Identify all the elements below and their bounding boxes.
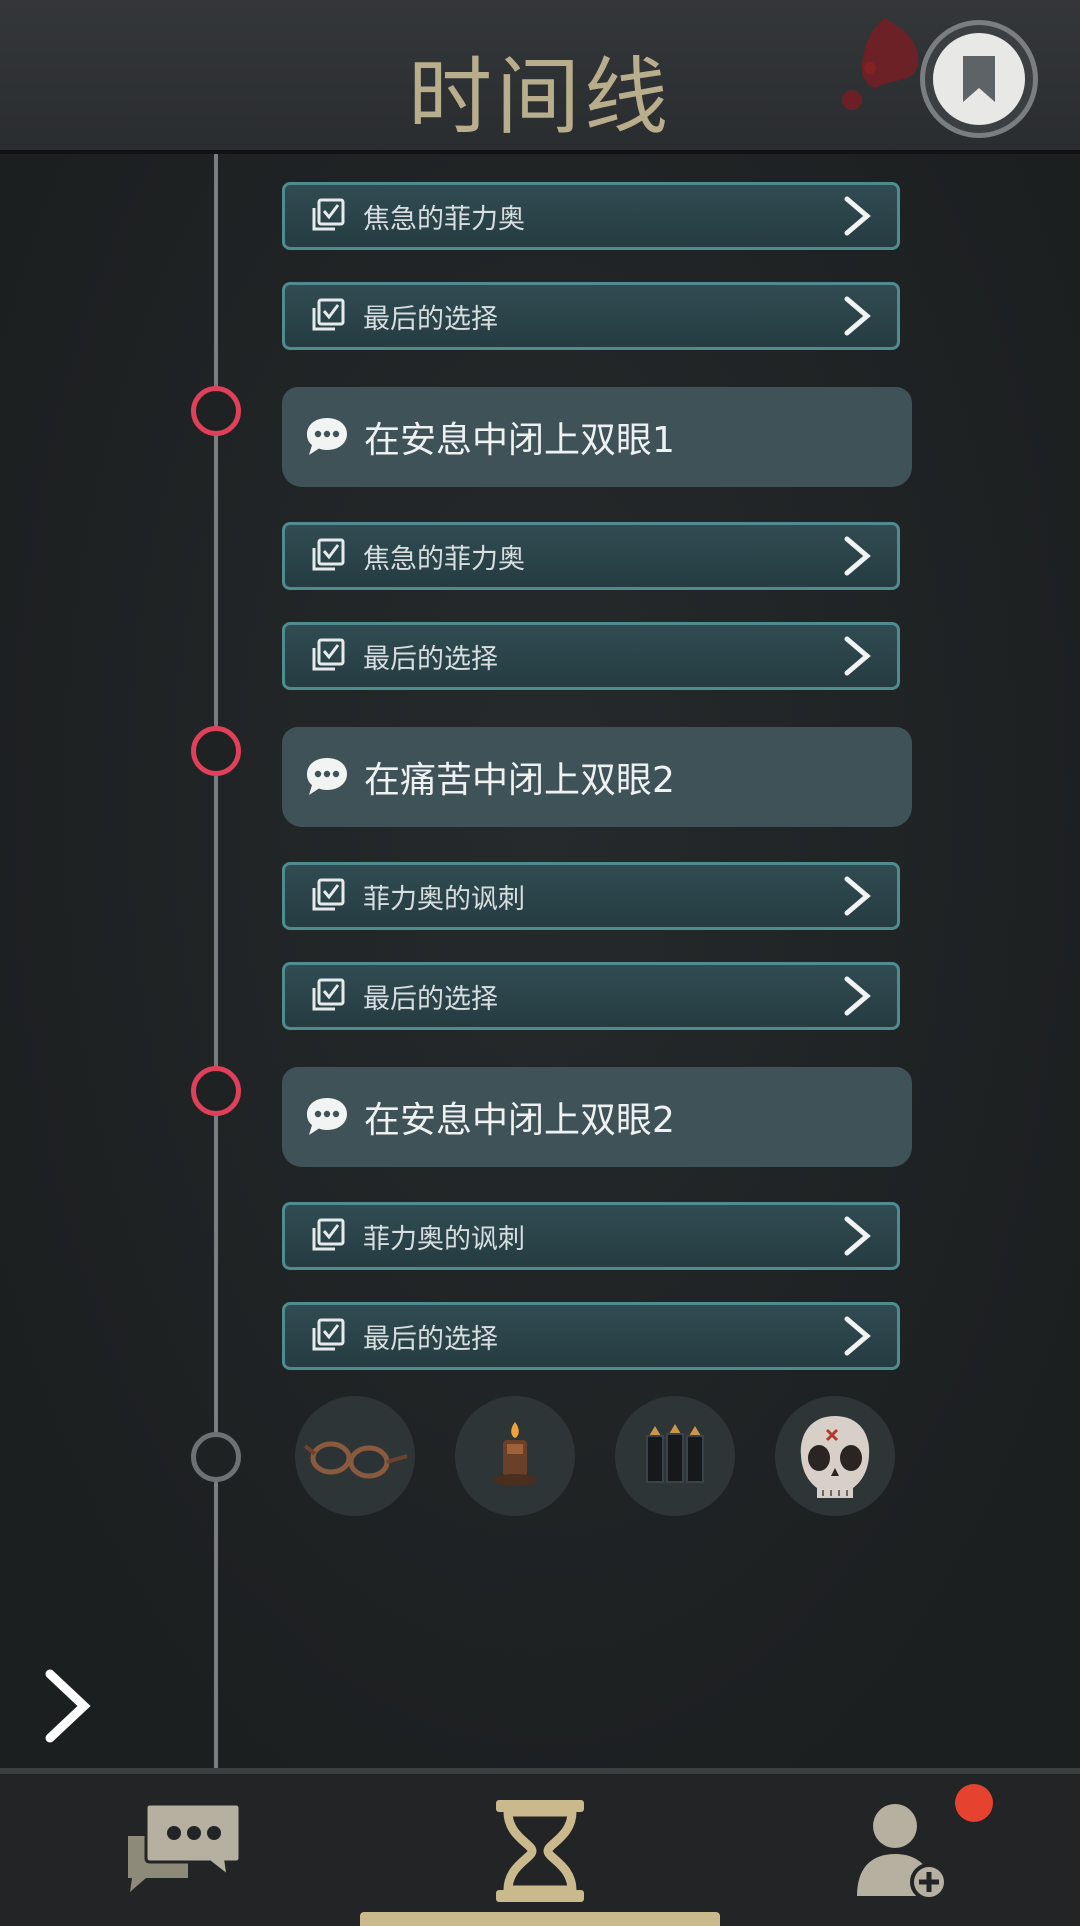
item-slot[interactable] (775, 1396, 895, 1516)
notification-badge (955, 1784, 993, 1822)
choice-check-icon (312, 1218, 345, 1251)
chevron-right-icon (844, 976, 871, 1016)
choice-check-icon (312, 878, 345, 911)
skull-mask-icon (800, 1416, 870, 1498)
tab-contacts[interactable] (855, 1796, 955, 1906)
choice-check-icon (312, 198, 345, 231)
event-label: 在痛苦中闭上双眼2 (364, 760, 675, 801)
choice-label: 焦急的菲力奥 (363, 543, 525, 575)
timeline-node (191, 726, 241, 776)
chat-icon (128, 1802, 242, 1892)
choice-label: 菲力奥的讽刺 (363, 1223, 525, 1255)
chevron-right-icon (844, 536, 871, 576)
choice-row[interactable]: 最后的选择 (282, 1302, 900, 1370)
speech-bubble-icon (307, 758, 347, 795)
choice-label: 最后的选择 (363, 1323, 498, 1355)
active-tab-indicator (360, 1912, 720, 1926)
candle-icon (493, 1422, 537, 1486)
choice-label: 最后的选择 (363, 303, 498, 335)
event-card[interactable]: 在痛苦中闭上双眼2 (282, 727, 912, 827)
expand-panel-chevron-icon[interactable] (40, 1666, 96, 1746)
event-card[interactable]: 在安息中闭上双眼2 (282, 1067, 912, 1167)
event-label: 在安息中闭上双眼2 (364, 1100, 675, 1141)
item-slot[interactable] (615, 1396, 735, 1516)
header-bar: 时间线 (0, 0, 1080, 154)
chevron-right-icon (844, 876, 871, 916)
choice-label: 最后的选择 (363, 983, 498, 1015)
choice-row[interactable]: 菲力奥的讽刺 (282, 862, 900, 930)
tab-chat[interactable] (118, 1796, 248, 1906)
glasses-icon (303, 1441, 408, 1479)
choice-check-icon (312, 538, 345, 571)
event-card[interactable]: 在安息中闭上双眼1 (282, 387, 912, 487)
item-slot[interactable] (295, 1396, 415, 1516)
timeline-node (191, 1066, 241, 1116)
chevron-right-icon (844, 196, 871, 236)
timeline-panel[interactable]: 焦急的菲力奥 最后的选择 在安息中闭上双眼1 焦急的菲力奥 最后的选择 在痛苦中… (0, 154, 1080, 1768)
chevron-right-icon (844, 296, 871, 336)
choice-row[interactable]: 最后的选择 (282, 962, 900, 1030)
event-label: 在安息中闭上双眼1 (364, 420, 675, 461)
chevron-right-icon (844, 1316, 871, 1356)
choice-row[interactable]: 焦急的菲力奥 (282, 522, 900, 590)
choice-label: 菲力奥的讽刺 (363, 883, 525, 915)
choice-row[interactable]: 菲力奥的讽刺 (282, 1202, 900, 1270)
choice-check-icon (312, 978, 345, 1011)
add-contact-icon (857, 1804, 948, 1901)
choice-check-icon (312, 298, 345, 331)
bottom-nav (0, 1768, 1080, 1926)
timeline-node (191, 386, 241, 436)
chevron-right-icon (844, 1216, 871, 1256)
choice-label: 焦急的菲力奥 (363, 203, 525, 235)
chevron-right-icon (844, 636, 871, 676)
blood-splatter-decoration (842, 18, 919, 110)
bookmark-icon (963, 56, 995, 102)
bullets-icon (646, 1424, 704, 1483)
speech-bubble-icon (307, 1098, 347, 1135)
choice-row[interactable]: 最后的选择 (282, 282, 900, 350)
timeline-node-current (191, 1432, 241, 1482)
hourglass-icon (496, 1800, 584, 1902)
choice-row[interactable]: 焦急的菲力奥 (282, 182, 900, 250)
item-slot[interactable] (455, 1396, 575, 1516)
choice-row[interactable]: 最后的选择 (282, 622, 900, 690)
speech-bubble-icon (307, 418, 347, 455)
choice-check-icon (312, 1318, 345, 1351)
choice-label: 最后的选择 (363, 643, 498, 675)
collected-items (295, 1396, 915, 1516)
choice-check-icon (312, 638, 345, 671)
tab-timeline[interactable] (490, 1796, 590, 1906)
bookmark-button[interactable] (920, 20, 1038, 138)
